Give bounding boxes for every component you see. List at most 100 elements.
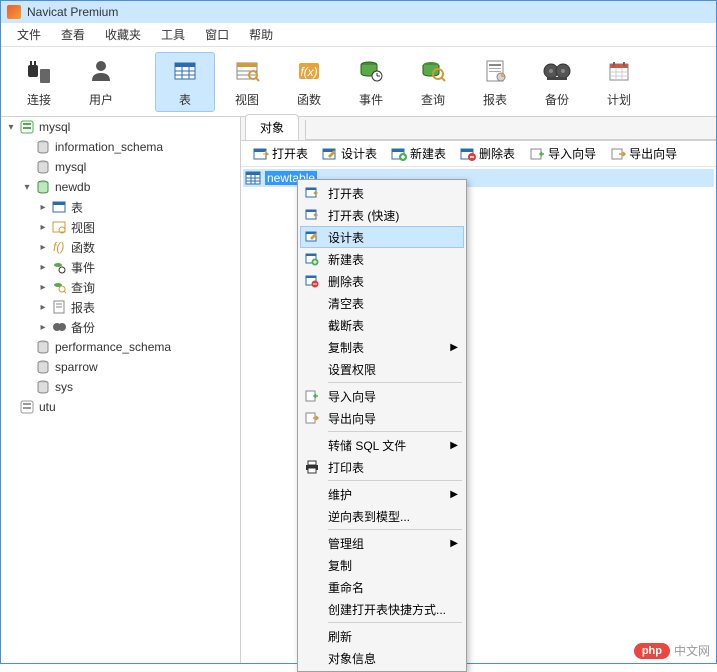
context-menu-item-label: 逆向表到模型... (328, 508, 410, 525)
toolbar-report[interactable]: 报表 (465, 52, 525, 112)
context-menu-item[interactable]: 截断表 (300, 314, 464, 336)
menu-file[interactable]: 文件 (7, 24, 51, 45)
tree-toggle-icon[interactable]: ▾ (5, 121, 17, 133)
open-table-icon (253, 146, 269, 162)
tree-node[interactable]: ▸查询 (1, 277, 240, 297)
context-menu-item[interactable]: 新建表 (300, 248, 464, 270)
watermark-badge: php (634, 643, 670, 659)
tree-node[interactable]: ▾newdb (1, 177, 240, 197)
context-menu-item[interactable]: 打印表 (300, 456, 464, 478)
function-icon: f(x) (293, 55, 325, 87)
menu-separator (328, 480, 462, 481)
tree-toggle-icon[interactable]: ▾ (21, 181, 33, 193)
open-icon (304, 185, 320, 201)
toolbar-table[interactable]: 表 (155, 52, 215, 112)
tree-node-label: 事件 (71, 259, 95, 276)
import-icon (304, 388, 320, 404)
table-icon (51, 199, 67, 215)
context-menu-item-label: 设置权限 (328, 361, 376, 378)
tree-toggle-icon[interactable]: ▸ (37, 281, 49, 293)
tree-node-label: utu (39, 400, 56, 414)
toolbar-function[interactable]: f(x) 函数 (279, 52, 339, 112)
toolbar-query[interactable]: 查询 (403, 52, 463, 112)
action-export-wizard[interactable]: 导出向导 (604, 143, 683, 164)
tree-toggle-icon[interactable] (21, 341, 33, 353)
context-menu[interactable]: 打开表打开表 (快速)设计表新建表删除表清空表截断表复制表▶ 设置权限导入向导导出… (297, 179, 467, 672)
tree-node[interactable]: ▸备份 (1, 317, 240, 337)
app-title: Navicat Premium (27, 5, 118, 19)
context-menu-item[interactable]: 重命名 (300, 576, 464, 598)
toolbar-event[interactable]: 事件 (341, 52, 401, 112)
tree-node[interactable]: ▸f()函数 (1, 237, 240, 257)
tree-toggle-icon[interactable]: ▸ (37, 241, 49, 253)
toolbar-backup[interactable]: 备份 (527, 52, 587, 112)
menu-view[interactable]: 查看 (51, 24, 95, 45)
tree-node[interactable]: ▸视图 (1, 217, 240, 237)
tree-node[interactable]: mysql (1, 157, 240, 177)
calendar-icon (603, 55, 635, 87)
tree-node[interactable]: information_schema (1, 137, 240, 157)
tree-node[interactable]: ▸ 事件 (1, 257, 240, 277)
action-import-wizard-label: 导入向导 (548, 145, 596, 162)
tree-toggle-icon[interactable] (21, 141, 33, 153)
tree-toggle-icon[interactable] (21, 381, 33, 393)
tree-toggle-icon[interactable]: ▸ (37, 301, 49, 313)
toolbar-user[interactable]: 用户 (71, 52, 131, 112)
tree-node[interactable]: utu (1, 397, 240, 417)
toolbar-plan[interactable]: 计划 (589, 52, 649, 112)
tree-toggle-icon[interactable] (21, 361, 33, 373)
tree-toggle-icon[interactable] (21, 161, 33, 173)
tree-toggle-icon[interactable] (5, 401, 17, 413)
menu-window[interactable]: 窗口 (195, 24, 239, 45)
tree-node[interactable]: ▸表 (1, 197, 240, 217)
action-delete-table[interactable]: 删除表 (454, 143, 521, 164)
context-menu-item[interactable]: 设置权限 (300, 358, 464, 380)
context-menu-item[interactable]: 刷新 (300, 625, 464, 647)
action-design-table[interactable]: 设计表 (316, 143, 383, 164)
action-open-table[interactable]: 打开表 (247, 143, 314, 164)
delete-table-icon (460, 146, 476, 162)
menu-tools[interactable]: 工具 (151, 24, 195, 45)
toolbar-view[interactable]: 视图 (217, 52, 277, 112)
tab-objects[interactable]: 对象 (245, 114, 299, 140)
context-menu-item[interactable]: 创建打开表快捷方式... (300, 598, 464, 620)
db-icon (35, 379, 51, 395)
context-menu-item[interactable]: 打开表 (300, 182, 464, 204)
action-new-table[interactable]: 新建表 (385, 143, 452, 164)
tree-toggle-icon[interactable]: ▸ (37, 221, 49, 233)
menu-help[interactable]: 帮助 (239, 24, 283, 45)
action-import-wizard[interactable]: 导入向导 (523, 143, 602, 164)
context-menu-item[interactable]: 管理组▶ (300, 532, 464, 554)
toolbar-connect[interactable]: 连接 (9, 52, 69, 112)
context-menu-item[interactable]: 导入向导 (300, 385, 464, 407)
tree-node[interactable]: sys (1, 377, 240, 397)
action-design-table-label: 设计表 (341, 145, 377, 162)
tree-toggle-icon[interactable]: ▸ (37, 321, 49, 333)
tree-node[interactable]: sparrow (1, 357, 240, 377)
tree-node-label: performance_schema (55, 340, 171, 354)
context-menu-item[interactable]: 打开表 (快速) (300, 204, 464, 226)
open-icon (304, 207, 320, 223)
context-menu-item[interactable]: 设计表 (300, 226, 464, 248)
view-icon (231, 55, 263, 87)
context-menu-item[interactable]: 删除表 (300, 270, 464, 292)
context-menu-item[interactable]: 转储 SQL 文件▶ (300, 434, 464, 456)
context-menu-item[interactable]: 逆向表到模型... (300, 505, 464, 527)
menu-favorites[interactable]: 收藏夹 (95, 24, 151, 45)
context-menu-item[interactable]: 清空表 (300, 292, 464, 314)
tree-toggle-icon[interactable]: ▸ (37, 261, 49, 273)
sidebar-tree[interactable]: ▾mysqlinformation_schemamysql▾newdb▸表▸视图… (1, 117, 241, 663)
tree-node[interactable]: ▸报表 (1, 297, 240, 317)
context-menu-item[interactable]: 导出向导 (300, 407, 464, 429)
context-menu-item[interactable]: 对象信息 (300, 647, 464, 669)
context-menu-item[interactable]: 复制表▶ (300, 336, 464, 358)
tree-node[interactable]: performance_schema (1, 337, 240, 357)
context-menu-item[interactable]: 维护▶ (300, 483, 464, 505)
tree-toggle-icon[interactable]: ▸ (37, 201, 49, 213)
context-menu-item-label: 删除表 (328, 273, 364, 290)
context-menu-item-label: 管理组 (328, 535, 364, 552)
tree-node[interactable]: ▾mysql (1, 117, 240, 137)
context-menu-item[interactable]: 复制 (300, 554, 464, 576)
tab-bar: 对象 (241, 117, 716, 141)
backup-icon (51, 319, 67, 335)
